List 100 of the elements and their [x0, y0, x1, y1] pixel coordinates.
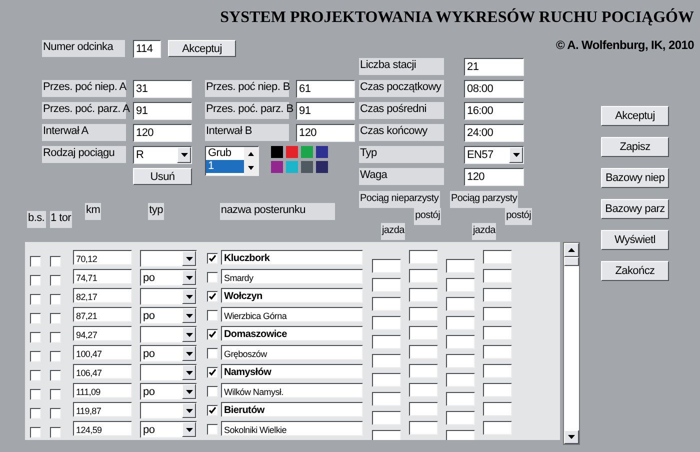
- checkbox[interactable]: [207, 405, 218, 416]
- time-field[interactable]: [409, 383, 438, 397]
- time-field[interactable]: [446, 430, 475, 440]
- action-button[interactable]: Zakończ: [601, 261, 669, 281]
- km-field[interactable]: 82,17: [73, 288, 132, 303]
- checkbox[interactable]: [30, 313, 41, 324]
- action-button[interactable]: Bazowy niep: [601, 168, 669, 188]
- scrollbar[interactable]: [563, 242, 580, 445]
- checkbox[interactable]: [30, 370, 41, 381]
- checkbox[interactable]: [50, 313, 61, 324]
- time-field[interactable]: [446, 316, 475, 330]
- checkbox[interactable]: [207, 367, 218, 378]
- dropdown[interactable]: [140, 326, 197, 343]
- dropdown[interactable]: po: [140, 307, 197, 324]
- km-field[interactable]: 106,47: [73, 364, 132, 379]
- time-field[interactable]: [483, 364, 512, 378]
- station-name-field[interactable]: Wierzbica Górna: [221, 307, 363, 322]
- checkbox[interactable]: [50, 275, 61, 286]
- time-field[interactable]: [372, 373, 401, 387]
- time-field[interactable]: [409, 402, 438, 416]
- dropdown[interactable]: EN57: [464, 146, 524, 164]
- checkbox[interactable]: [50, 427, 61, 438]
- color-swatch[interactable]: [271, 161, 283, 173]
- accept-button[interactable]: Akceptuj: [168, 40, 236, 57]
- time-field[interactable]: [446, 335, 475, 349]
- km-field[interactable]: 124,59: [73, 421, 132, 436]
- dropdown[interactable]: [140, 288, 197, 305]
- checkbox[interactable]: [207, 310, 218, 321]
- action-button[interactable]: Zapisz: [601, 137, 669, 157]
- checkbox[interactable]: [50, 370, 61, 381]
- down-arrow-icon[interactable]: [248, 166, 254, 170]
- time-field[interactable]: [446, 297, 475, 311]
- color-swatch[interactable]: [316, 146, 328, 158]
- color-swatch[interactable]: [316, 161, 328, 173]
- checkbox[interactable]: [30, 389, 41, 400]
- color-swatch[interactable]: [286, 161, 298, 173]
- checkbox[interactable]: [207, 253, 218, 264]
- checkbox[interactable]: [50, 332, 61, 343]
- time-field[interactable]: [409, 326, 438, 340]
- down-arrow-icon[interactable]: [568, 435, 575, 439]
- time-field[interactable]: [483, 307, 512, 321]
- time-field[interactable]: [372, 354, 401, 368]
- checkbox[interactable]: [50, 351, 61, 362]
- checkbox[interactable]: [207, 386, 218, 397]
- time-field[interactable]: [483, 345, 512, 359]
- dropdown[interactable]: [140, 402, 197, 419]
- time-field[interactable]: [372, 335, 401, 349]
- km-field[interactable]: 94,27: [73, 326, 132, 341]
- dropdown[interactable]: po: [140, 345, 197, 362]
- time-field[interactable]: [446, 354, 475, 368]
- text-field[interactable]: 08:00: [464, 80, 524, 98]
- action-button[interactable]: Bazowy parz: [601, 199, 669, 219]
- time-field[interactable]: [409, 250, 438, 264]
- text-field[interactable]: 16:00: [464, 102, 524, 120]
- checkbox[interactable]: [207, 348, 218, 359]
- km-field[interactable]: 70,12: [73, 250, 132, 265]
- station-name-field[interactable]: Wilków Namysł.: [221, 383, 363, 398]
- time-field[interactable]: [483, 383, 512, 397]
- time-field[interactable]: [372, 316, 401, 330]
- time-field[interactable]: [409, 364, 438, 378]
- action-button[interactable]: Wyświetl: [601, 230, 669, 250]
- time-field[interactable]: [446, 392, 475, 406]
- time-field[interactable]: [483, 402, 512, 416]
- text-field[interactable]: 120: [464, 168, 524, 186]
- time-field[interactable]: [409, 421, 438, 435]
- time-field[interactable]: [483, 250, 512, 264]
- text-field[interactable]: 21: [464, 58, 524, 76]
- station-name-field[interactable]: Namysłów: [221, 364, 363, 379]
- text-field[interactable]: 24:00: [464, 124, 524, 142]
- station-name-field[interactable]: Sokolniki Wielkie: [221, 421, 363, 436]
- time-field[interactable]: [446, 259, 475, 273]
- time-field[interactable]: [372, 430, 401, 440]
- dropdown[interactable]: po: [140, 269, 197, 286]
- time-field[interactable]: [372, 392, 401, 406]
- text-field[interactable]: 31: [133, 80, 192, 98]
- dropdown[interactable]: po: [140, 383, 197, 400]
- time-field[interactable]: [409, 269, 438, 283]
- up-arrow-icon[interactable]: [568, 248, 575, 252]
- time-field[interactable]: [409, 307, 438, 321]
- remove-button[interactable]: Usuń: [133, 168, 192, 185]
- action-button[interactable]: Akceptuj: [601, 106, 669, 126]
- text-field[interactable]: 120: [296, 124, 355, 142]
- km-field[interactable]: 111,09: [73, 383, 132, 398]
- scrollbar-thumb[interactable]: [564, 257, 579, 266]
- checkbox[interactable]: [30, 332, 41, 343]
- checkbox[interactable]: [207, 272, 218, 283]
- station-name-field[interactable]: Kluczbork: [221, 250, 363, 265]
- dropdown[interactable]: R: [133, 146, 192, 164]
- checkbox[interactable]: [50, 294, 61, 305]
- checkbox[interactable]: [30, 351, 41, 362]
- checkbox[interactable]: [207, 424, 218, 435]
- text-field[interactable]: 91: [296, 102, 355, 120]
- dropdown[interactable]: po: [140, 421, 197, 438]
- checkbox[interactable]: [30, 294, 41, 305]
- station-name-field[interactable]: Bierutów: [221, 402, 363, 417]
- km-field[interactable]: 87,21: [73, 307, 132, 322]
- text-field[interactable]: 114: [133, 40, 161, 58]
- checkbox[interactable]: [207, 291, 218, 302]
- time-field[interactable]: [372, 278, 401, 292]
- station-name-field[interactable]: Gręboszów: [221, 345, 363, 360]
